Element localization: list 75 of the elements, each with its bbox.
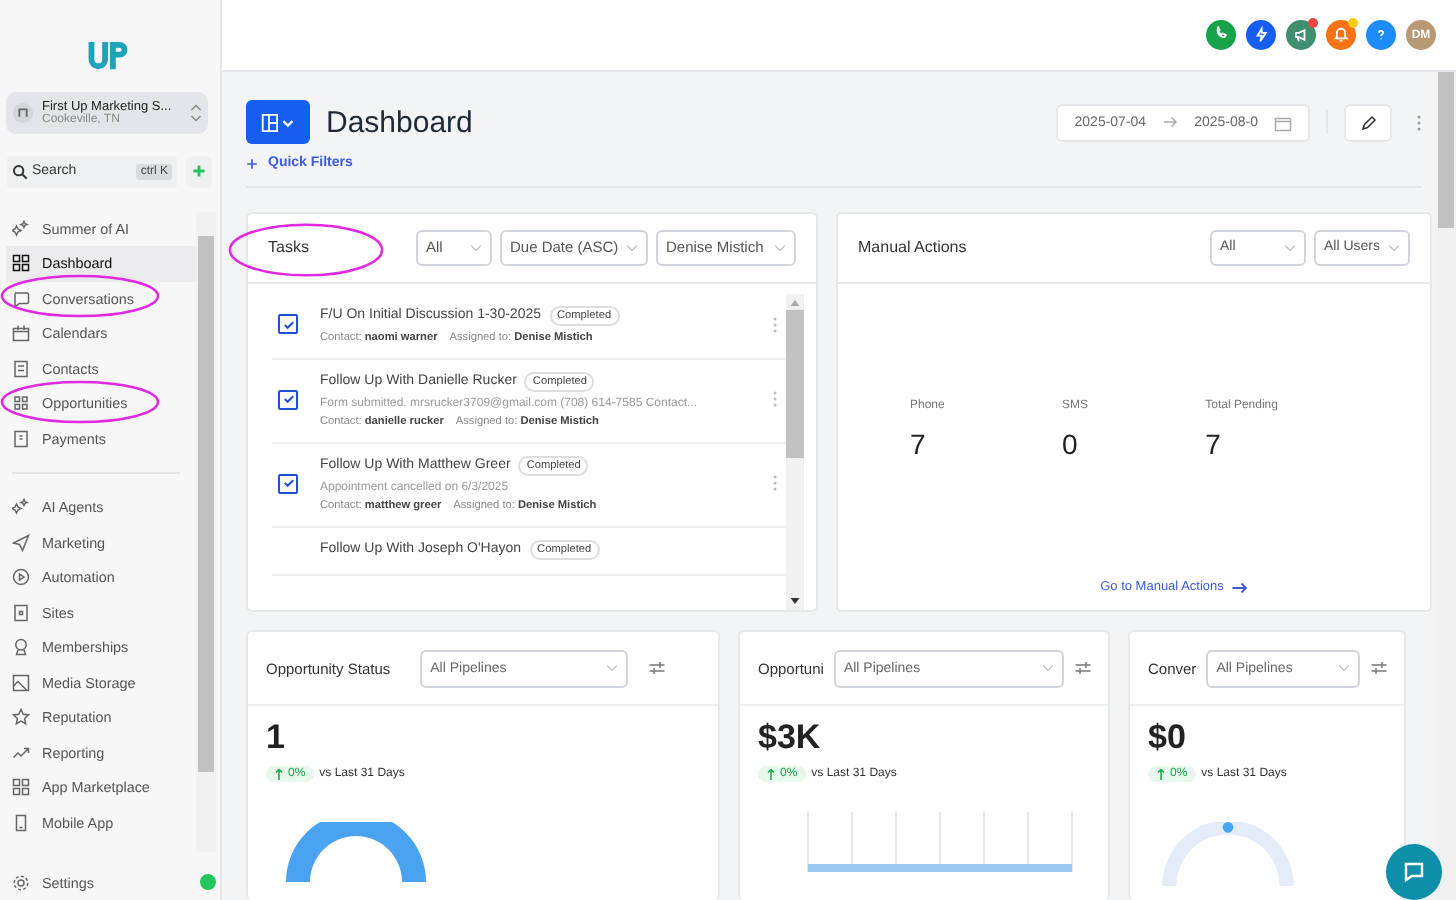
- stat-value: 7: [1205, 427, 1223, 460]
- scrollbar[interactable]: [786, 293, 804, 611]
- action-button[interactable]: [1206, 20, 1236, 50]
- action-button[interactable]: [1366, 20, 1396, 50]
- help-icon: [1372, 26, 1390, 44]
- scrollbar[interactable]: [1436, 72, 1456, 900]
- lightning-icon: [1252, 26, 1270, 44]
- scroll-down-icon: [790, 598, 800, 605]
- metric-value: $3K: [758, 718, 823, 759]
- task-checkbox[interactable]: [278, 389, 298, 410]
- check-icon: [281, 392, 295, 407]
- logo-icon: [83, 40, 131, 72]
- pencil-icon: [1359, 113, 1377, 131]
- page-icon: [12, 603, 30, 622]
- stat-value: 0: [1061, 427, 1080, 460]
- send-icon: [12, 533, 30, 552]
- arrow-up-icon: [274, 768, 284, 781]
- calendar-icon: [12, 324, 30, 343]
- chevron-down-icon: [1338, 664, 1350, 673]
- action-button[interactable]: [1246, 20, 1276, 50]
- image-icon: [12, 673, 30, 692]
- metric-value: 1: [266, 718, 287, 759]
- phone-icon: [1212, 26, 1230, 44]
- chevron-down-icon: [470, 243, 482, 252]
- task-checkbox[interactable]: [278, 314, 298, 335]
- plus-icon: [246, 157, 258, 169]
- sparkle-icon: [12, 498, 30, 517]
- arrow-right-icon: [1231, 581, 1248, 594]
- more-icon[interactable]: [1416, 113, 1422, 131]
- chat-bubble-icon: [1402, 860, 1426, 884]
- arrow-up-icon: [766, 768, 776, 781]
- layout-icon: [260, 111, 296, 133]
- add-button[interactable]: [186, 155, 212, 188]
- nodes-icon: [12, 394, 30, 413]
- gear-icon: [12, 873, 30, 892]
- chevron-updown-icon: [190, 103, 202, 122]
- metric-value: $0: [1148, 718, 1188, 759]
- receipt-icon: [12, 429, 30, 448]
- megaphone-icon: [1292, 26, 1310, 44]
- chat-bubble-icon: [12, 289, 30, 308]
- check-icon: [281, 476, 295, 491]
- contact-card-icon: [12, 359, 30, 378]
- task-checkbox[interactable]: [278, 473, 298, 494]
- chevron-down-icon: [1042, 664, 1054, 673]
- calendar-icon: [1274, 113, 1292, 131]
- grid-icon: [12, 254, 30, 273]
- arrow-up-icon: [1156, 768, 1166, 781]
- edit-button[interactable]: [1344, 103, 1392, 141]
- grid-icon: [12, 778, 30, 797]
- bell-icon: [1332, 26, 1350, 44]
- trend-icon: [12, 743, 30, 762]
- sliders-icon[interactable]: [1370, 660, 1388, 677]
- card-title: Tasks: [268, 238, 309, 257]
- card-title: Manual Actions: [858, 238, 967, 257]
- search-icon: [12, 163, 28, 180]
- chevron-down-icon: [606, 664, 619, 673]
- badge-icon: [12, 638, 30, 657]
- scrollbar[interactable]: [196, 212, 216, 852]
- sliders-icon[interactable]: [648, 660, 667, 677]
- page-title: Dashboard: [326, 105, 473, 139]
- check-icon: [281, 317, 295, 332]
- dashboard-switcher-button[interactable]: [246, 100, 310, 144]
- phone-icon: [12, 813, 30, 832]
- chevron-down-icon: [774, 243, 786, 252]
- stat-value: 7: [910, 427, 928, 460]
- chevron-down-icon: [1284, 243, 1296, 252]
- sparkle-icon: [12, 219, 30, 238]
- arrow-right-icon: [1162, 116, 1179, 128]
- chevron-down-icon: [1388, 243, 1400, 252]
- action-button[interactable]: [1326, 20, 1356, 50]
- action-button[interactable]: [1286, 20, 1316, 50]
- sliders-icon[interactable]: [1074, 660, 1092, 677]
- plus-icon: [192, 164, 206, 179]
- chevron-down-icon: [626, 243, 638, 252]
- star-icon: [12, 708, 30, 727]
